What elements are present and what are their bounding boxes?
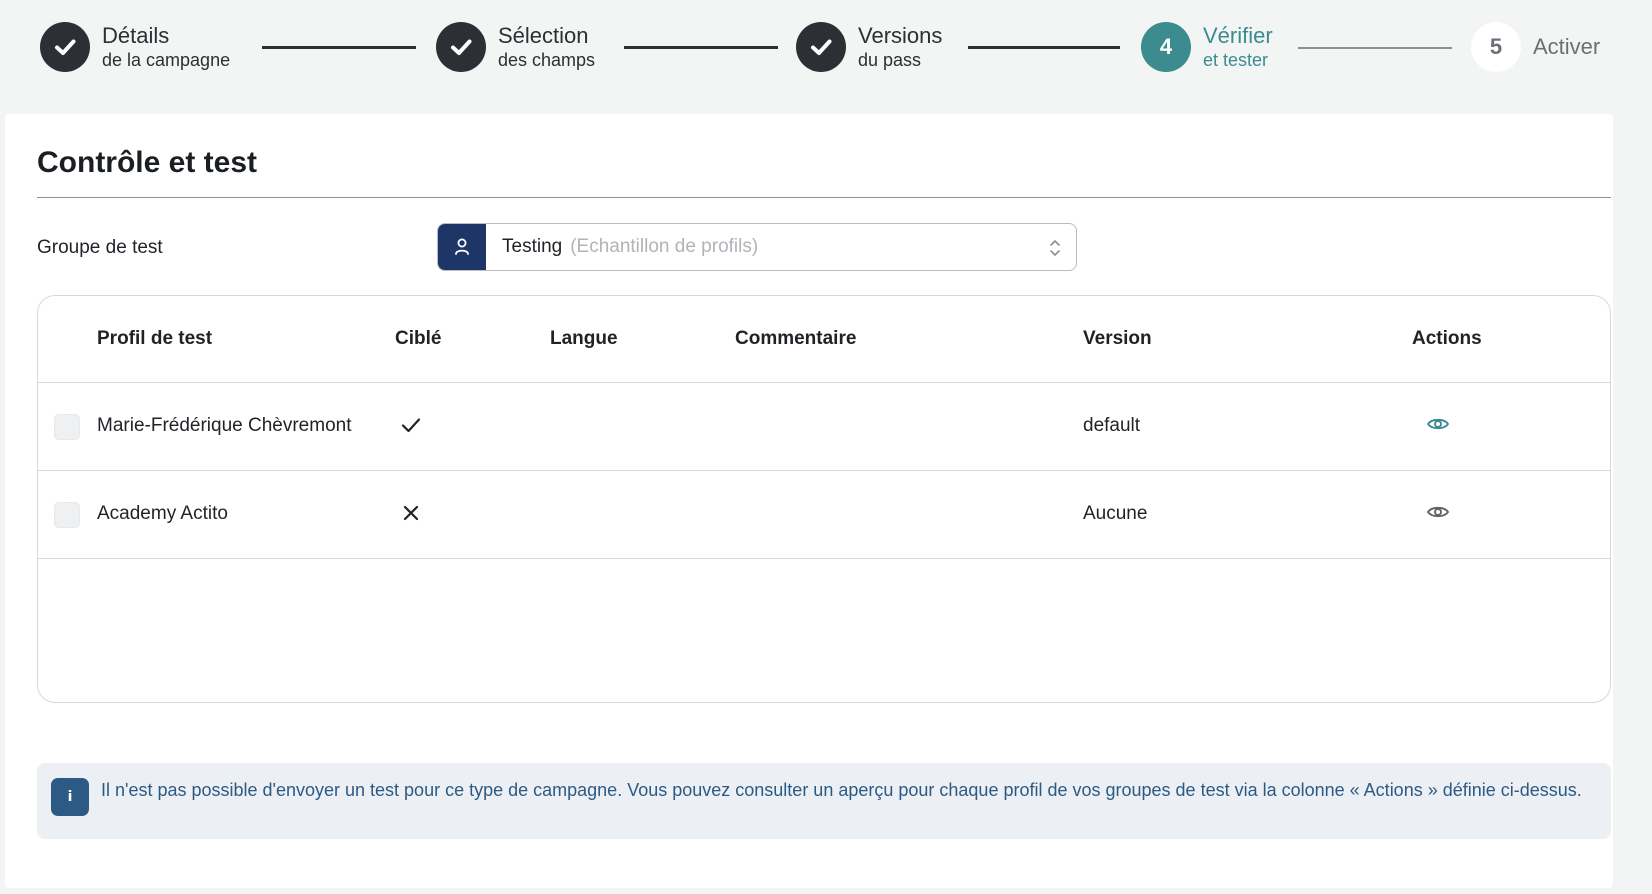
header-comment: Commentaire xyxy=(735,328,857,349)
profile-name: Academy Actito xyxy=(97,503,228,524)
check-icon xyxy=(40,22,90,72)
profile-name: Marie-Frédérique Chèvremont xyxy=(97,415,352,436)
chevron-up-down-icon xyxy=(1048,237,1062,264)
check-icon xyxy=(436,22,486,72)
table-header: Profil de test Ciblé Langue Commentaire … xyxy=(38,296,1610,383)
step-subtitle: et tester xyxy=(1203,50,1269,70)
step-activate[interactable]: 5 Activer xyxy=(1471,22,1600,72)
step-subtitle: de la campagne xyxy=(102,50,231,70)
user-icon xyxy=(438,224,486,270)
page-title: Contrôle et test xyxy=(37,146,258,179)
test-group-hint: (Echantillon de profils) xyxy=(570,236,759,257)
info-text: Il n'est pas possible d'envoyer un test … xyxy=(101,780,1582,800)
header-version: Version xyxy=(1083,328,1152,349)
step-title: Détails xyxy=(102,23,170,48)
row-checkbox[interactable] xyxy=(54,502,80,528)
step-title: Vérifier xyxy=(1203,23,1273,48)
step-number: 4 xyxy=(1141,22,1191,72)
preview-eye-icon[interactable] xyxy=(1426,415,1450,438)
info-icon: i xyxy=(51,778,89,816)
control-test-card: Contrôle et test Groupe de test Testing … xyxy=(5,114,1613,888)
test-group-value: Testing xyxy=(502,236,563,257)
profile-version: Aucune xyxy=(1083,503,1148,524)
header-targeted: Ciblé xyxy=(395,328,442,349)
step-connector xyxy=(624,46,778,49)
step-connector xyxy=(968,46,1120,49)
table-row: Marie-Frédérique Chèvremont default xyxy=(38,383,1610,471)
step-subtitle: du pass xyxy=(858,50,922,70)
table-row: Academy Actito Aucune xyxy=(38,471,1610,559)
step-number: 5 xyxy=(1471,22,1521,72)
header-language: Langue xyxy=(550,328,618,349)
step-campaign-details[interactable]: Détails de la campagne xyxy=(40,22,230,72)
campaign-stepper: Détails de la campagne Sélection des cha… xyxy=(0,0,1652,112)
check-icon xyxy=(399,413,423,442)
test-profiles-table: Profil de test Ciblé Langue Commentaire … xyxy=(37,295,1611,703)
header-actions: Actions xyxy=(1412,328,1482,349)
step-title: Versions xyxy=(858,23,943,48)
step-title: Activer xyxy=(1533,34,1601,59)
step-verify-test[interactable]: 4 Vérifier et tester xyxy=(1141,22,1273,72)
profile-version: default xyxy=(1083,415,1141,436)
title-divider xyxy=(37,197,1611,198)
row-checkbox[interactable] xyxy=(54,414,80,440)
check-icon xyxy=(796,22,846,72)
step-connector xyxy=(1298,47,1452,49)
preview-eye-icon[interactable] xyxy=(1426,503,1450,526)
info-banner: i Il n'est pas possible d'envoyer un tes… xyxy=(37,763,1611,839)
test-group-select[interactable]: Testing (Echantillon de profils) xyxy=(437,223,1077,271)
cross-icon xyxy=(399,501,423,530)
step-field-selection[interactable]: Sélection des champs xyxy=(436,22,595,72)
test-group-label: Groupe de test xyxy=(37,237,163,258)
step-title: Sélection xyxy=(498,23,589,48)
step-connector xyxy=(262,46,416,49)
step-subtitle: des champs xyxy=(498,50,596,70)
header-profile: Profil de test xyxy=(97,328,213,349)
step-pass-versions[interactable]: Versions du pass xyxy=(796,22,942,72)
